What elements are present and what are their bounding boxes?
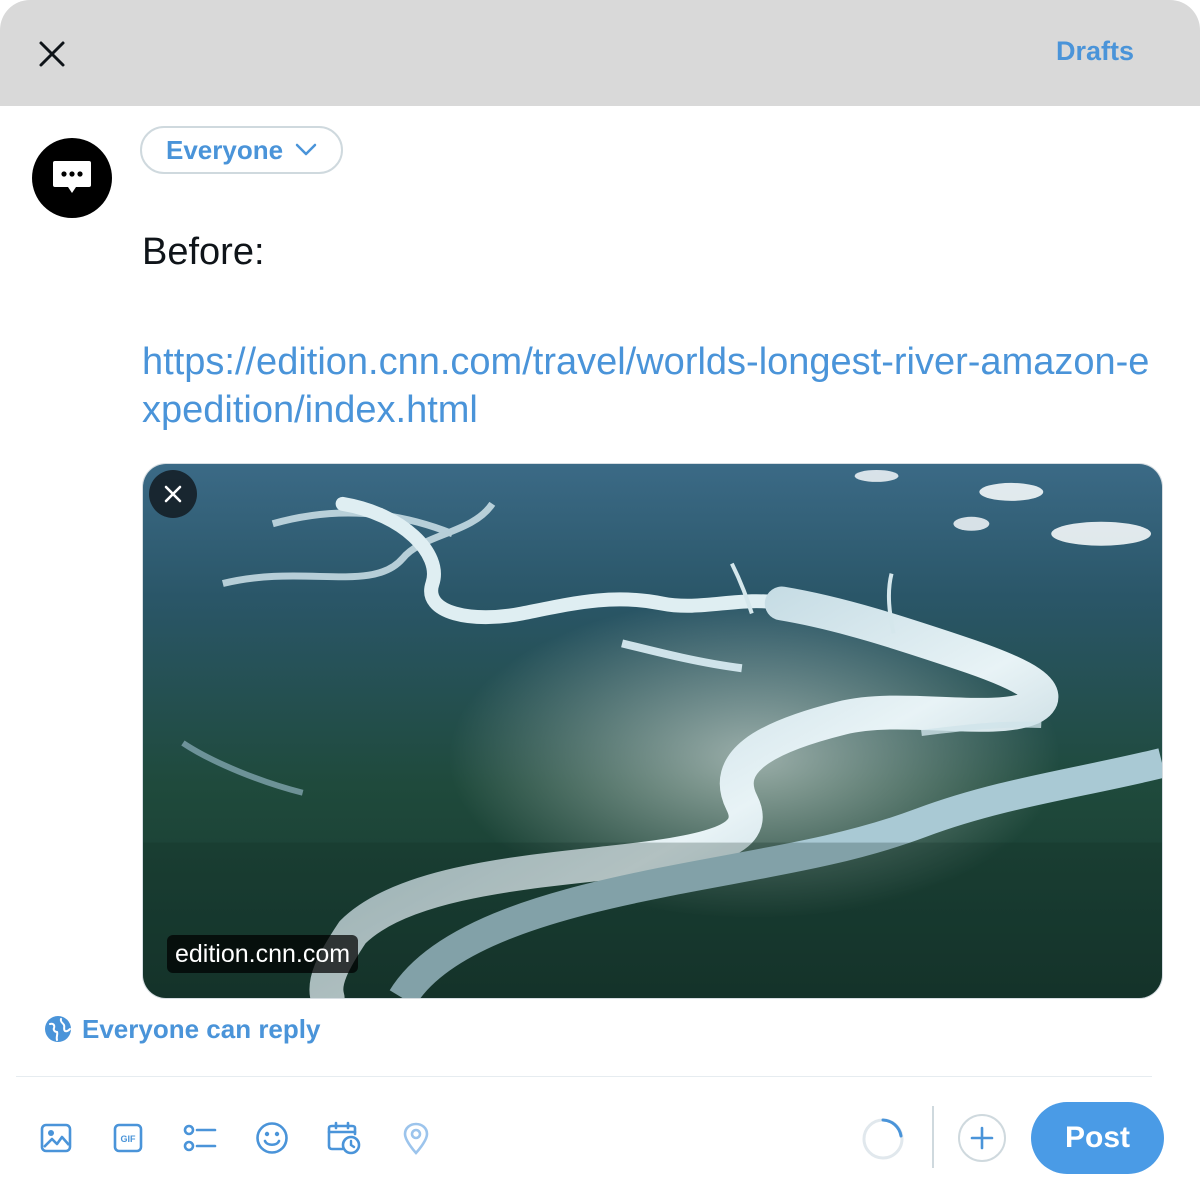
avatar[interactable]: [32, 138, 112, 218]
post-text-line: Before:: [142, 231, 265, 273]
plus-icon: [970, 1126, 994, 1150]
poll-button[interactable]: [178, 1116, 222, 1160]
drafts-button[interactable]: Drafts: [1056, 36, 1134, 67]
gif-button[interactable]: GIF: [106, 1116, 150, 1160]
reply-setting-button[interactable]: Everyone can reply: [44, 1012, 320, 1046]
toolbar-separator: [932, 1106, 934, 1168]
chat-bubble-icon: [53, 161, 91, 193]
close-button[interactable]: [28, 30, 76, 78]
post-text-input[interactable]: Before:: [142, 228, 1152, 276]
card-domain-label: edition.cnn.com: [167, 935, 359, 973]
post-button[interactable]: Post: [1031, 1102, 1164, 1174]
image-icon: [40, 1123, 72, 1153]
compose-modal: Drafts Everyone Before: https://edition.…: [0, 0, 1200, 1190]
add-post-button[interactable]: [958, 1114, 1006, 1162]
emoji-button[interactable]: [250, 1116, 294, 1160]
audience-label: Everyone: [166, 134, 284, 165]
link-preview-image: [143, 464, 1162, 998]
chevron-down-icon: [295, 143, 317, 156]
gif-icon: GIF: [113, 1123, 143, 1153]
modal-header: Drafts: [0, 0, 1200, 106]
character-count-ring: [862, 1118, 904, 1160]
globe-icon: [45, 1016, 71, 1042]
poll-icon: [183, 1124, 217, 1152]
schedule-icon: [327, 1121, 361, 1155]
svg-text:GIF: GIF: [121, 1134, 137, 1144]
remove-card-button[interactable]: [149, 470, 197, 518]
close-icon: [39, 41, 65, 67]
location-icon: [403, 1122, 429, 1155]
schedule-button[interactable]: [322, 1116, 366, 1160]
toolbar-divider: [16, 1076, 1152, 1077]
audience-selector[interactable]: Everyone: [140, 126, 344, 174]
reply-setting-label: Everyone can reply: [82, 1013, 321, 1044]
post-link-text[interactable]: https://edition.cnn.com/travel/worlds-lo…: [142, 338, 1152, 434]
location-button[interactable]: [394, 1116, 438, 1160]
link-preview-card[interactable]: edition.cnn.com: [142, 463, 1163, 999]
close-icon: [164, 485, 182, 503]
media-button[interactable]: [34, 1116, 78, 1160]
emoji-icon: [256, 1122, 288, 1154]
